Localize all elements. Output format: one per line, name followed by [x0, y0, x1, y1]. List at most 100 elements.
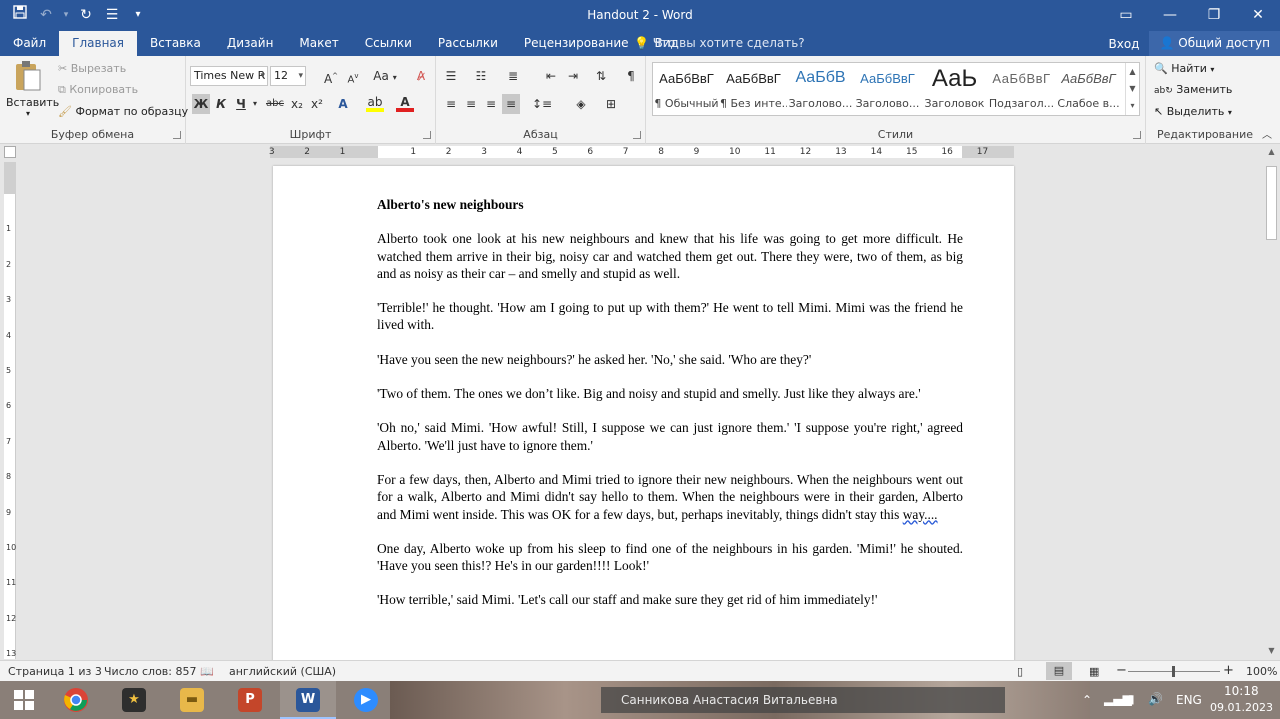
underline-dropdown-icon[interactable]: ▾ — [250, 94, 260, 114]
strikethrough-button[interactable]: abc — [264, 94, 286, 114]
change-case-button[interactable]: Aa ▾ — [372, 66, 398, 86]
paragraph-3[interactable]: 'Have you seen the new neighbours?' he a… — [377, 351, 963, 368]
user-window-thumbnail[interactable]: Санникова Анастасия Витальевна — [601, 687, 1005, 713]
volume-icon[interactable]: 🔊 — [1148, 692, 1163, 706]
underline-button[interactable]: Ч — [232, 94, 250, 114]
style-no-spacing[interactable]: АаБбВвГ ¶ Без инте... — [720, 63, 787, 115]
language-indicator[interactable]: английский (США) — [229, 665, 336, 678]
taskbar-app-star[interactable]: ★ — [106, 681, 162, 719]
word-count[interactable]: Число слов: 857 — [104, 665, 197, 678]
highlight-color-icon[interactable]: ab — [366, 94, 384, 112]
scroll-down-icon[interactable]: ▼ — [1266, 646, 1277, 657]
document-page[interactable]: Alberto's new neighbours Alberto took on… — [273, 166, 1014, 666]
document-heading[interactable]: Alberto's new neighbours — [377, 196, 963, 213]
collapse-ribbon-icon[interactable]: ︿ — [1262, 126, 1272, 141]
input-language[interactable]: ENG — [1176, 693, 1202, 707]
numbering-icon[interactable]: ☷ — [472, 66, 490, 86]
find-button[interactable]: 🔍 Найти ▾ — [1154, 62, 1214, 75]
print-layout-icon[interactable]: ▤ — [1046, 662, 1072, 680]
clock-time[interactable]: 10:18 — [1224, 684, 1259, 698]
bullets-icon[interactable]: ☰ — [442, 66, 460, 86]
share-button[interactable]: 👤 Общий доступ — [1149, 31, 1280, 56]
tab-mailings[interactable]: Рассылки — [425, 31, 511, 56]
shrink-font-button[interactable]: Av — [344, 66, 362, 86]
paste-button[interactable]: Вставить ▾ — [6, 60, 59, 122]
clock-date[interactable]: 09.01.2023 — [1210, 701, 1273, 714]
subscript-button[interactable]: x₂ — [288, 94, 306, 114]
close-button[interactable]: ✕ — [1236, 0, 1280, 31]
battery-icon[interactable]: ▮ — [1128, 692, 1135, 706]
grow-font-button[interactable]: A^ — [322, 66, 340, 86]
line-spacing-icon[interactable]: ↕≡ — [532, 94, 552, 114]
justify-icon[interactable]: ≡ — [502, 94, 520, 114]
zoom-in-icon[interactable]: + — [1223, 663, 1234, 678]
proofing-icon[interactable]: 📖 — [200, 665, 214, 678]
shading-icon[interactable]: ◈ — [572, 94, 590, 114]
more-styles-icon[interactable]: ▾ — [1126, 97, 1139, 114]
style-title[interactable]: АаЬ Заголовок — [921, 63, 988, 115]
chevron-down-icon[interactable]: ▼ — [1126, 80, 1139, 97]
format-painter-button[interactable]: 🖌 Формат по образцу — [58, 105, 188, 118]
style-subtitle[interactable]: АаБбВвГ Подзагол... — [988, 63, 1055, 115]
cut-button[interactable]: ✂ Вырезать — [58, 62, 126, 75]
increase-indent-icon[interactable]: ⇥ — [564, 66, 582, 86]
align-center-icon[interactable]: ≡ — [462, 94, 480, 114]
start-button[interactable] — [0, 681, 48, 719]
taskbar-chrome[interactable] — [48, 681, 104, 719]
scroll-up-icon[interactable]: ▲ — [1266, 147, 1277, 158]
borders-icon[interactable]: ⊞ — [602, 94, 620, 114]
italic-button[interactable]: К — [212, 94, 230, 114]
zoom-slider-thumb[interactable] — [1172, 666, 1175, 677]
taskbar-explorer[interactable]: ▬ — [164, 681, 220, 719]
tab-design[interactable]: Дизайн — [214, 31, 287, 56]
sort-icon[interactable]: ⇅ — [592, 66, 610, 86]
spelling-flag[interactable]: way.... — [903, 507, 938, 522]
tab-selector[interactable] — [4, 146, 16, 158]
paragraph-6[interactable]: For a few days, then, Alberto and Mimi t… — [377, 471, 963, 523]
minimize-button[interactable]: — — [1148, 0, 1192, 31]
superscript-button[interactable]: x² — [308, 94, 326, 114]
paragraph-launcher-icon[interactable] — [633, 131, 641, 139]
sign-in-link[interactable]: Вход — [1109, 37, 1140, 51]
chevron-up-icon[interactable]: ▲ — [1126, 63, 1139, 80]
font-size-combo[interactable]: 12 — [270, 66, 306, 86]
font-launcher-icon[interactable] — [423, 131, 431, 139]
show-formatting-icon[interactable]: ¶ — [622, 66, 640, 86]
vertical-ruler[interactable]: 1 2 3 4 5 6 7 8 9 10 11 12 13 — [4, 162, 16, 659]
maximize-button[interactable]: ❐ — [1192, 0, 1236, 31]
style-heading-1[interactable]: АаБбВ Заголово... — [787, 63, 854, 115]
document-body[interactable]: Alberto's new neighbours Alberto took on… — [377, 196, 963, 626]
vertical-scrollbar[interactable]: ▲ ▼ — [1263, 144, 1280, 660]
replace-button[interactable]: ab↻ Заменить — [1154, 83, 1232, 96]
ribbon-display-icon[interactable]: ▭ — [1104, 0, 1148, 31]
tab-file[interactable]: Файл — [0, 31, 59, 56]
style-normal[interactable]: АаБбВвГ ¶ Обычный — [653, 63, 720, 115]
tell-me-box[interactable]: 💡 Что вы хотите сделать? — [634, 31, 805, 56]
scroll-thumb[interactable] — [1266, 166, 1277, 240]
align-left-icon[interactable]: ≡ — [442, 94, 460, 114]
font-name-combo[interactable]: Times New R — [190, 66, 268, 86]
tray-expand-icon[interactable]: ⌃ — [1082, 693, 1092, 707]
copy-button[interactable]: ⧉ Копировать — [58, 83, 138, 97]
paragraph-5[interactable]: 'Oh no,' said Mimi. 'How awful! Still, I… — [377, 419, 963, 454]
text-effects-icon[interactable]: A — [334, 94, 352, 114]
align-right-icon[interactable]: ≡ — [482, 94, 500, 114]
tab-references[interactable]: Ссылки — [352, 31, 425, 56]
read-mode-icon[interactable]: ▯ — [1017, 665, 1023, 678]
clipboard-launcher-icon[interactable] — [173, 131, 181, 139]
zoom-level[interactable]: 100% — [1246, 665, 1277, 678]
tab-layout[interactable]: Макет — [286, 31, 351, 56]
style-heading-2[interactable]: АаБбВвГ Заголово... — [854, 63, 921, 115]
styles-scroll[interactable]: ▲ ▼ ▾ — [1125, 63, 1139, 115]
paragraph-8[interactable]: 'How terrible,' said Mimi. 'Let's call o… — [377, 591, 963, 608]
paragraph-4[interactable]: 'Two of them. The ones we don’t like. Bi… — [377, 385, 963, 402]
paragraph-2[interactable]: 'Terrible!' he thought. 'How am I going … — [377, 299, 963, 334]
font-color-icon[interactable]: A — [396, 94, 414, 112]
taskbar-powerpoint[interactable]: P — [222, 681, 278, 719]
style-subtle-emphasis[interactable]: АаБбВвГ Слабое в... — [1055, 63, 1122, 115]
bold-button[interactable]: Ж — [192, 94, 210, 114]
paragraph-7[interactable]: One day, Alberto woke up from his sleep … — [377, 540, 963, 575]
select-button[interactable]: ↖ Выделить ▾ — [1154, 105, 1232, 118]
decrease-indent-icon[interactable]: ⇤ — [542, 66, 560, 86]
paragraph-1[interactable]: Alberto took one look at his new neighbo… — [377, 230, 963, 282]
